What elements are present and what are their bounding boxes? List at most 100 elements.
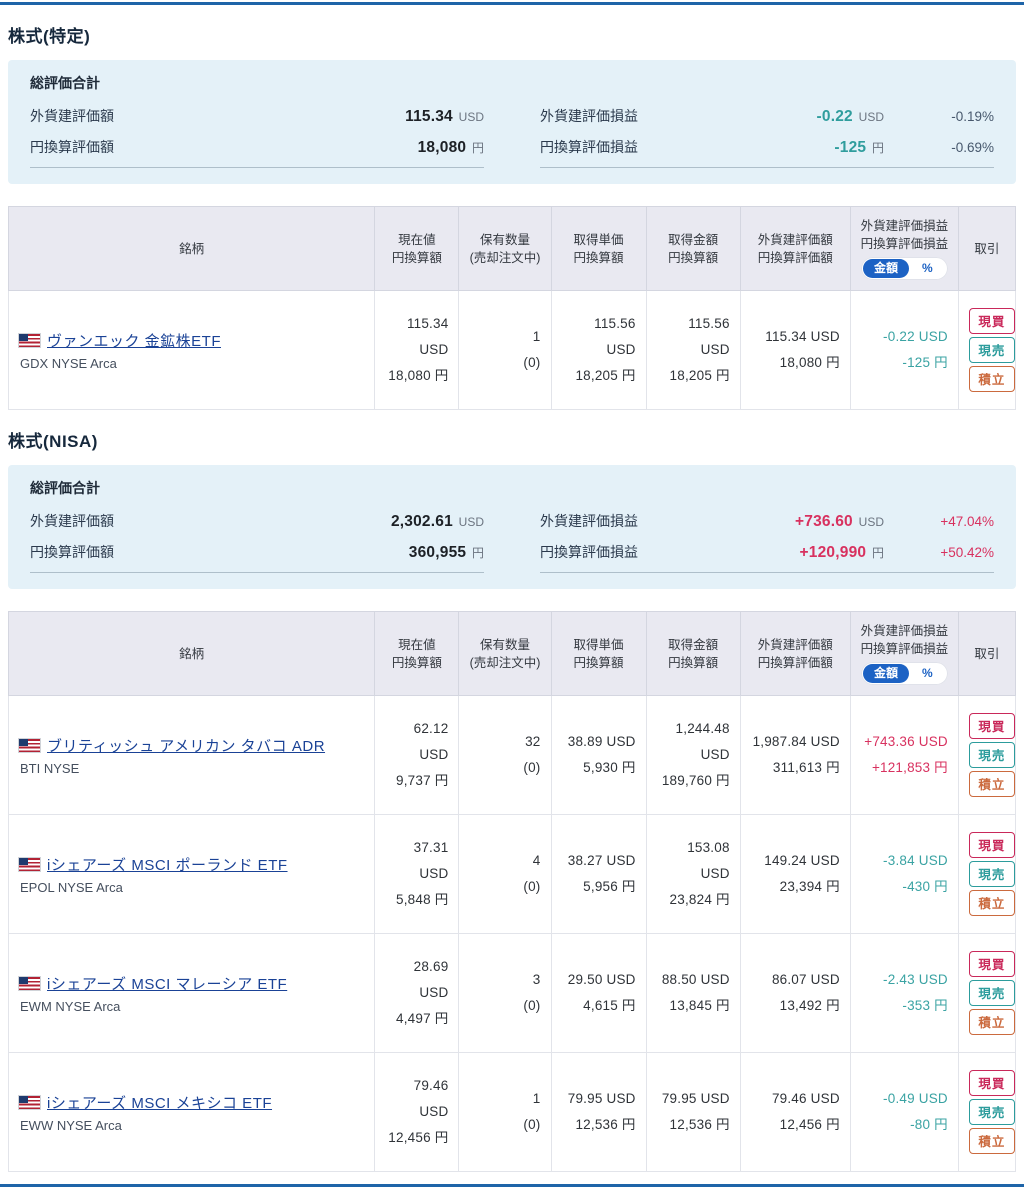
current-price-jpy: 9,737 円	[396, 773, 449, 788]
valuation-cell: 79.46 USD 12,456 円	[739, 1052, 851, 1172]
quantity-held: 32	[525, 734, 541, 749]
quantity-held: 4	[532, 853, 541, 868]
buy-button[interactable]: 現買	[968, 308, 1015, 334]
stock-cell: iシェアーズ MSCI メキシコ ETF EWW NYSE Arca	[7, 1052, 376, 1172]
col-header-line: 円換算額	[668, 250, 719, 265]
pl-jpy: -80 円	[910, 1117, 948, 1132]
stock-name-link[interactable]: iシェアーズ MSCI メキシコ ETF	[47, 1092, 272, 1113]
stock-name-link[interactable]: ブリティッシュ アメリカン タバコ ADR	[47, 735, 325, 756]
col-header-trade: 取引	[957, 206, 1017, 291]
stock-ticker: EWM NYSE Arca	[20, 998, 121, 1014]
sell-button[interactable]: 現売	[968, 861, 1015, 887]
sell-button[interactable]: 現売	[968, 742, 1015, 768]
summary-pl-unit: 円	[871, 546, 884, 560]
unit-cost-cell: 38.27 USD 5,956 円	[550, 814, 647, 934]
tsumitate-button[interactable]: 積立	[968, 890, 1015, 916]
tsumitate-button[interactable]: 積立	[968, 366, 1015, 392]
tsumitate-button[interactable]: 積立	[968, 1128, 1015, 1154]
col-header-line: 現在値	[398, 232, 436, 247]
toggle-amount-option[interactable]: 金額	[862, 664, 909, 683]
summary-label: 円換算評価損益	[540, 139, 638, 155]
col-header-current: 現在値 円換算額	[374, 611, 460, 696]
summary-label: 円換算評価額	[30, 139, 114, 155]
summary-value: 18,080 円	[418, 133, 484, 163]
summary-row-foreign-value: 外貨建評価額 2,302.61 USD	[30, 506, 484, 537]
summary-label: 円換算評価額	[30, 544, 114, 560]
current-price-jpy: 18,080 円	[388, 368, 449, 383]
flag-canton	[19, 976, 28, 984]
stock-name-link[interactable]: iシェアーズ MSCI マレーシア ETF	[47, 973, 287, 994]
sell-button[interactable]: 現売	[968, 337, 1015, 363]
stock-ticker: BTI NYSE	[20, 760, 80, 776]
stock-name-line: iシェアーズ MSCI マレーシア ETF	[18, 973, 364, 994]
quantity-sell-orders: (0)	[523, 998, 541, 1013]
summary-pl-value: -125 円	[834, 133, 884, 163]
unit-cost-cell: 79.95 USD 12,536 円	[550, 1052, 647, 1172]
cost-amount-usd: 115.56 USD	[688, 316, 730, 357]
current-price-cell: 62.12 USD 9,737 円	[374, 695, 460, 815]
flag-canton	[19, 738, 28, 746]
flag-canton	[19, 857, 28, 865]
summary-row-foreign-value: 外貨建評価額 115.34 USD	[30, 101, 484, 132]
quantity-held: 3	[532, 972, 541, 987]
quantity-held: 1	[532, 329, 541, 344]
current-price-jpy: 5,848 円	[396, 892, 449, 907]
buy-button[interactable]: 現買	[968, 1070, 1015, 1096]
stock-name-line: ブリティッシュ アメリカン タバコ ADR	[18, 735, 364, 756]
unit-cost-jpy: 5,930 円	[583, 760, 636, 775]
cost-amount-cell: 79.95 USD 12,536 円	[645, 1052, 741, 1172]
sell-button[interactable]: 現売	[968, 980, 1015, 1006]
summary-title: 総評価合計	[30, 75, 100, 91]
summary-pl-number: +736.60	[795, 513, 853, 530]
pl-usd: -3.84 USD	[883, 853, 948, 868]
tsumitate-button[interactable]: 積立	[968, 771, 1015, 797]
summary-row-foreign-pl: 外貨建評価損益 -0.22 USD -0.19%	[540, 101, 994, 132]
buy-button[interactable]: 現買	[968, 832, 1015, 858]
us-flag-icon	[18, 332, 41, 348]
summary-row-foreign-pl: 外貨建評価損益 +736.60 USD +47.04%	[540, 506, 994, 537]
trade-cell: 現買 現売 積立	[957, 814, 1017, 934]
stock-name-link[interactable]: iシェアーズ MSCI ポーランド ETF	[47, 854, 288, 875]
summary-label: 外貨建評価損益	[540, 513, 638, 529]
us-flag-icon	[18, 975, 41, 991]
table-header-row: 銘柄 現在値 円換算額 保有数量 (売却注文中) 取得単価 円換算額 取得金額 円換算額…	[7, 611, 1017, 696]
col-header-line: 円換算評価損益	[860, 237, 949, 251]
current-price-cell: 37.31 USD 5,848 円	[374, 814, 460, 934]
col-header-name: 銘柄	[7, 206, 376, 291]
current-price-jpy: 12,456 円	[388, 1130, 449, 1145]
quantity-sell-orders: (0)	[523, 760, 541, 775]
buy-button[interactable]: 現買	[968, 713, 1015, 739]
pl-usd: -0.22 USD	[883, 329, 948, 344]
unit-cost-usd: 79.95 USD	[567, 1091, 636, 1106]
table-row: iシェアーズ MSCI マレーシア ETF EWM NYSE Arca 28.6…	[7, 933, 1017, 1053]
current-price-usd: 115.34 USD	[406, 316, 449, 357]
toggle-amount-option[interactable]: 金額	[862, 259, 909, 278]
pl-cell: +743.36 USD +121,853 円	[849, 695, 959, 815]
summary-columns: 外貨建評価額 115.34 USD 円換算評価額 18,080 円 外貨建評価損…	[30, 101, 994, 168]
sell-button[interactable]: 現売	[968, 1099, 1015, 1125]
valuation-cell: 115.34 USD 18,080 円	[739, 290, 851, 410]
buy-button[interactable]: 現買	[968, 951, 1015, 977]
stock-name-link[interactable]: ヴァンエック 金鉱株ETF	[47, 330, 221, 351]
table-row: iシェアーズ MSCI メキシコ ETF EWW NYSE Arca 79.46…	[7, 1052, 1017, 1172]
toggle-percent-option[interactable]: %	[909, 664, 946, 683]
col-header-line: 現在値	[398, 637, 436, 652]
flag-canton	[19, 333, 28, 341]
tsumitate-button[interactable]: 積立	[968, 1009, 1015, 1035]
quantity-held: 1	[532, 1091, 541, 1106]
toggle-percent-option[interactable]: %	[909, 259, 946, 278]
pl-display-toggle: 金額 %	[860, 662, 948, 685]
current-price-jpy: 4,497 円	[396, 1011, 449, 1026]
summary-value: 115.34 USD	[405, 102, 484, 132]
current-price-usd: 62.12 USD	[413, 721, 449, 762]
col-header-line: 外貨建評価額	[757, 637, 833, 652]
current-price-cell: 115.34 USD 18,080 円	[374, 290, 460, 410]
summary-pl-column: 外貨建評価損益 -0.22 USD -0.19% 円換算評価損益 -125 円 …	[540, 101, 994, 168]
cost-amount-jpy: 13,845 円	[669, 998, 730, 1013]
summary-title: 総評価合計	[30, 480, 100, 496]
section-heading-tokutei: 株式(特定)	[8, 27, 91, 46]
summary-pl-unit: USD	[858, 110, 884, 124]
valuation-usd: 1,987.84 USD	[752, 734, 840, 749]
col-header-line: 円換算評価損益	[860, 642, 949, 656]
quantity-sell-orders: (0)	[523, 1117, 541, 1132]
